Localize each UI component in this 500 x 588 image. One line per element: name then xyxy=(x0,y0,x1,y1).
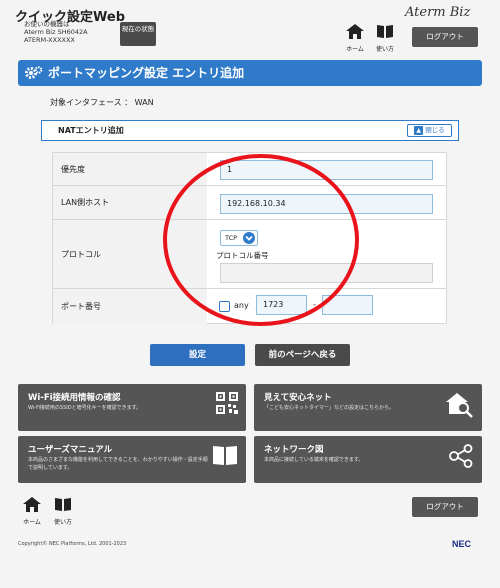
wifi-info-card[interactable]: Wi-Fi接続用情報の確認 Wi-Fi接続用のSSIDと暗号化キーを確認できます… xyxy=(18,384,246,431)
priority-label: 優先度 xyxy=(53,153,207,185)
card-description: 本商品に接続している端末を確認できます。 xyxy=(264,457,364,463)
card-title: ネットワーク図 xyxy=(264,445,324,455)
nat-section-title: NATエントリ追加 xyxy=(58,126,124,135)
home-nav[interactable]: ホーム xyxy=(343,24,367,53)
book-icon xyxy=(213,446,237,465)
chevron-up-icon: ▲ xyxy=(414,125,424,135)
header: クイック設定Web お使いの機器は Aterm Biz SH6042A ATER… xyxy=(0,0,500,55)
book-icon xyxy=(377,25,393,38)
card-description: 本商品のさまざまな機能を利用してできることを、わかりやすい操作・設定手順で説明し… xyxy=(28,457,208,471)
house-search-icon xyxy=(446,393,473,418)
footer-logout-button[interactable]: ログアウト xyxy=(412,497,478,517)
footer-home-nav[interactable]: ホーム xyxy=(20,497,44,526)
port-label: ポート番号 xyxy=(53,289,207,324)
card-title: Wi-Fi接続用情報の確認 xyxy=(28,393,121,403)
card-title: 見えて安心ネット xyxy=(264,393,332,403)
highlight-circle xyxy=(163,154,359,326)
page-title-bar: ポートマッピング設定 エントリ追加 xyxy=(18,60,482,86)
current-status-button[interactable]: 現在の状態 xyxy=(120,22,156,46)
home-icon xyxy=(23,497,41,512)
card-description: 「こども安心ネットタイマー」などの設定はこちらから。 xyxy=(264,405,395,411)
users-manual-card[interactable]: ユーザーズマニュアル 本商品のさまざまな機能を利用してできることを、わかりやすい… xyxy=(18,436,246,483)
network-map-card[interactable]: ネットワーク図 本商品に接続している端末を確認できます。 xyxy=(254,436,482,483)
help-label: 使い方 xyxy=(53,519,72,526)
device-name: ATERM-XXXXXX xyxy=(24,36,75,44)
copyright: Copyright© NEC Platforms, Ltd. 2001-2023 xyxy=(18,541,127,547)
card-title: ユーザーズマニュアル xyxy=(28,445,113,455)
book-icon xyxy=(55,498,71,511)
qr-code-icon xyxy=(216,392,238,414)
home-label: ホーム xyxy=(346,46,364,53)
safe-net-card[interactable]: 見えて安心ネット 「こども安心ネットタイマー」などの設定はこちらから。 xyxy=(254,384,482,431)
device-line-1: お使いの機器は xyxy=(24,20,70,28)
page-title: ポートマッピング設定 エントリ追加 xyxy=(48,66,245,80)
close-button[interactable]: ▲ 閉じる xyxy=(407,124,452,137)
brand-logo: Aterm Biz xyxy=(405,5,471,20)
footer-help-nav[interactable]: 使い方 xyxy=(51,497,75,526)
home-label: ホーム xyxy=(23,519,41,526)
logout-button[interactable]: ログアウト xyxy=(412,27,478,47)
help-label: 使い方 xyxy=(375,46,394,53)
nat-section-header: NATエントリ追加 ▲ 閉じる xyxy=(41,120,459,141)
share-network-icon xyxy=(449,444,473,468)
target-interface: 対象インタフェース ： WAN xyxy=(50,98,154,107)
home-icon xyxy=(346,24,364,39)
back-button[interactable]: 前のページへ戻る xyxy=(255,344,350,366)
help-nav[interactable]: 使い方 xyxy=(373,24,397,53)
gear-icon xyxy=(25,66,43,79)
card-description: Wi-Fi接続用のSSIDと暗号化キーを確認できます。 xyxy=(28,405,142,411)
device-model: Aterm Biz SH6042A xyxy=(24,28,88,36)
close-label: 閉じる xyxy=(425,126,445,134)
nec-logo: NEC xyxy=(452,539,472,549)
set-button[interactable]: 設定 xyxy=(150,344,245,366)
